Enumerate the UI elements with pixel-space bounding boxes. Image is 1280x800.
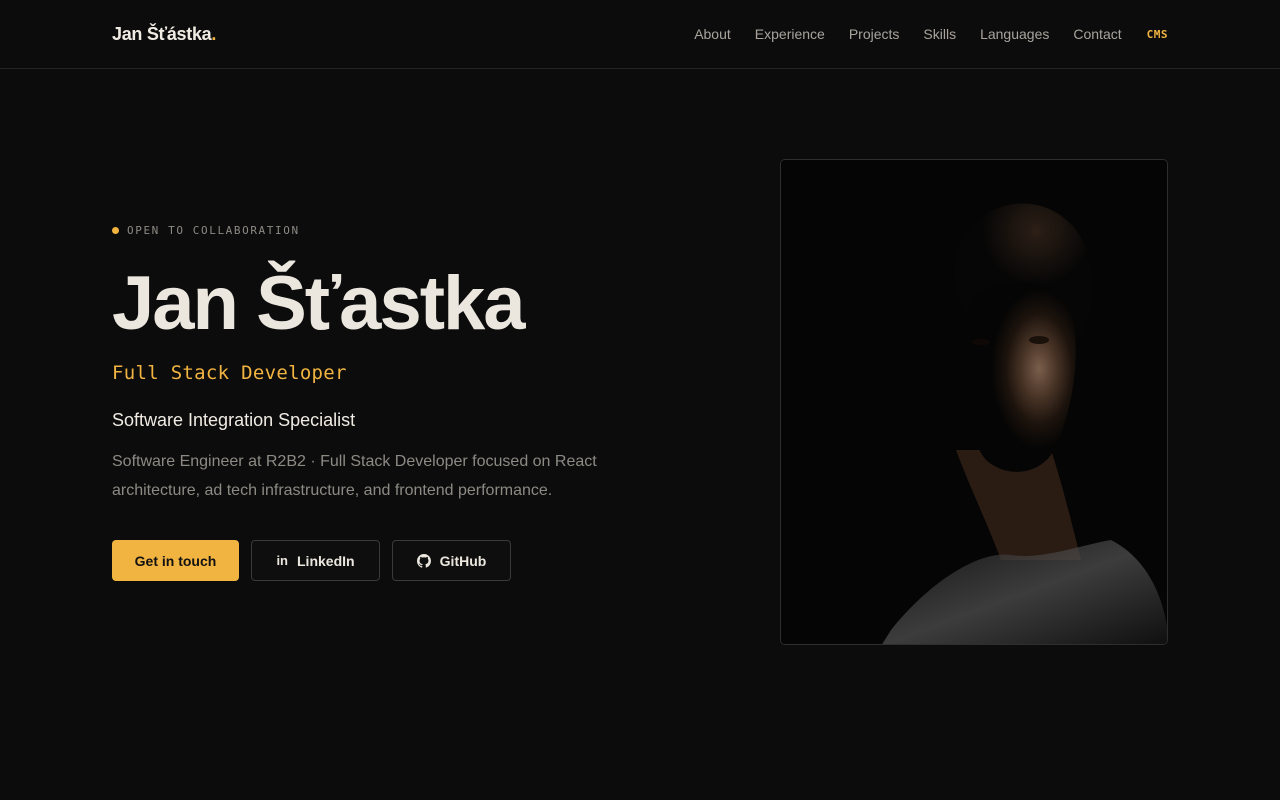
github-icon xyxy=(416,553,431,568)
availability-status: Open to collaboration xyxy=(112,222,672,238)
top-navigation: Jan Šťástka. About Experience Projects S… xyxy=(0,0,1280,69)
status-dot-icon xyxy=(112,226,119,234)
hero-role: Full Stack Developer xyxy=(112,362,347,384)
cta-row: Get in touch in LinkedIn GitHub xyxy=(112,540,672,581)
hero-specialty: Software Integration Specialist xyxy=(112,410,356,430)
linkedin-button[interactable]: in LinkedIn xyxy=(251,540,380,581)
portrait-photo xyxy=(780,159,1168,645)
page: Jan Šťástka. About Experience Projects S… xyxy=(0,0,1280,800)
get-in-touch-button[interactable]: Get in touch xyxy=(112,540,239,581)
nav-link-cms[interactable]: CMS xyxy=(1147,28,1168,41)
github-label: GitHub xyxy=(439,552,487,569)
brand-dot: . xyxy=(211,23,217,44)
portrait-image xyxy=(781,160,1167,644)
nav-link-languages[interactable]: Languages xyxy=(980,26,1049,42)
brand-name: Jan Šťástka xyxy=(112,23,212,44)
hero-section: Open to collaboration Jan Šťastka Full S… xyxy=(112,222,672,581)
nav-link-projects[interactable]: Projects xyxy=(849,26,900,42)
brand-logo[interactable]: Jan Šťástka. xyxy=(112,24,216,45)
nav-link-skills[interactable]: Skills xyxy=(923,26,956,42)
nav-link-experience[interactable]: Experience xyxy=(755,26,825,42)
nav-link-about[interactable]: About xyxy=(694,26,731,42)
github-button[interactable]: GitHub xyxy=(392,540,511,581)
status-text: Open to collaboration xyxy=(127,223,300,237)
hero-name: Jan Šťastka xyxy=(112,261,526,346)
hero-description: Software Engineer at R2B2 · Full Stack D… xyxy=(112,453,597,499)
linkedin-label: LinkedIn xyxy=(297,552,355,569)
nav-links: About Experience Projects Skills Languag… xyxy=(694,26,1168,42)
linkedin-icon: in xyxy=(276,553,288,568)
nav-link-contact[interactable]: Contact xyxy=(1073,26,1121,42)
